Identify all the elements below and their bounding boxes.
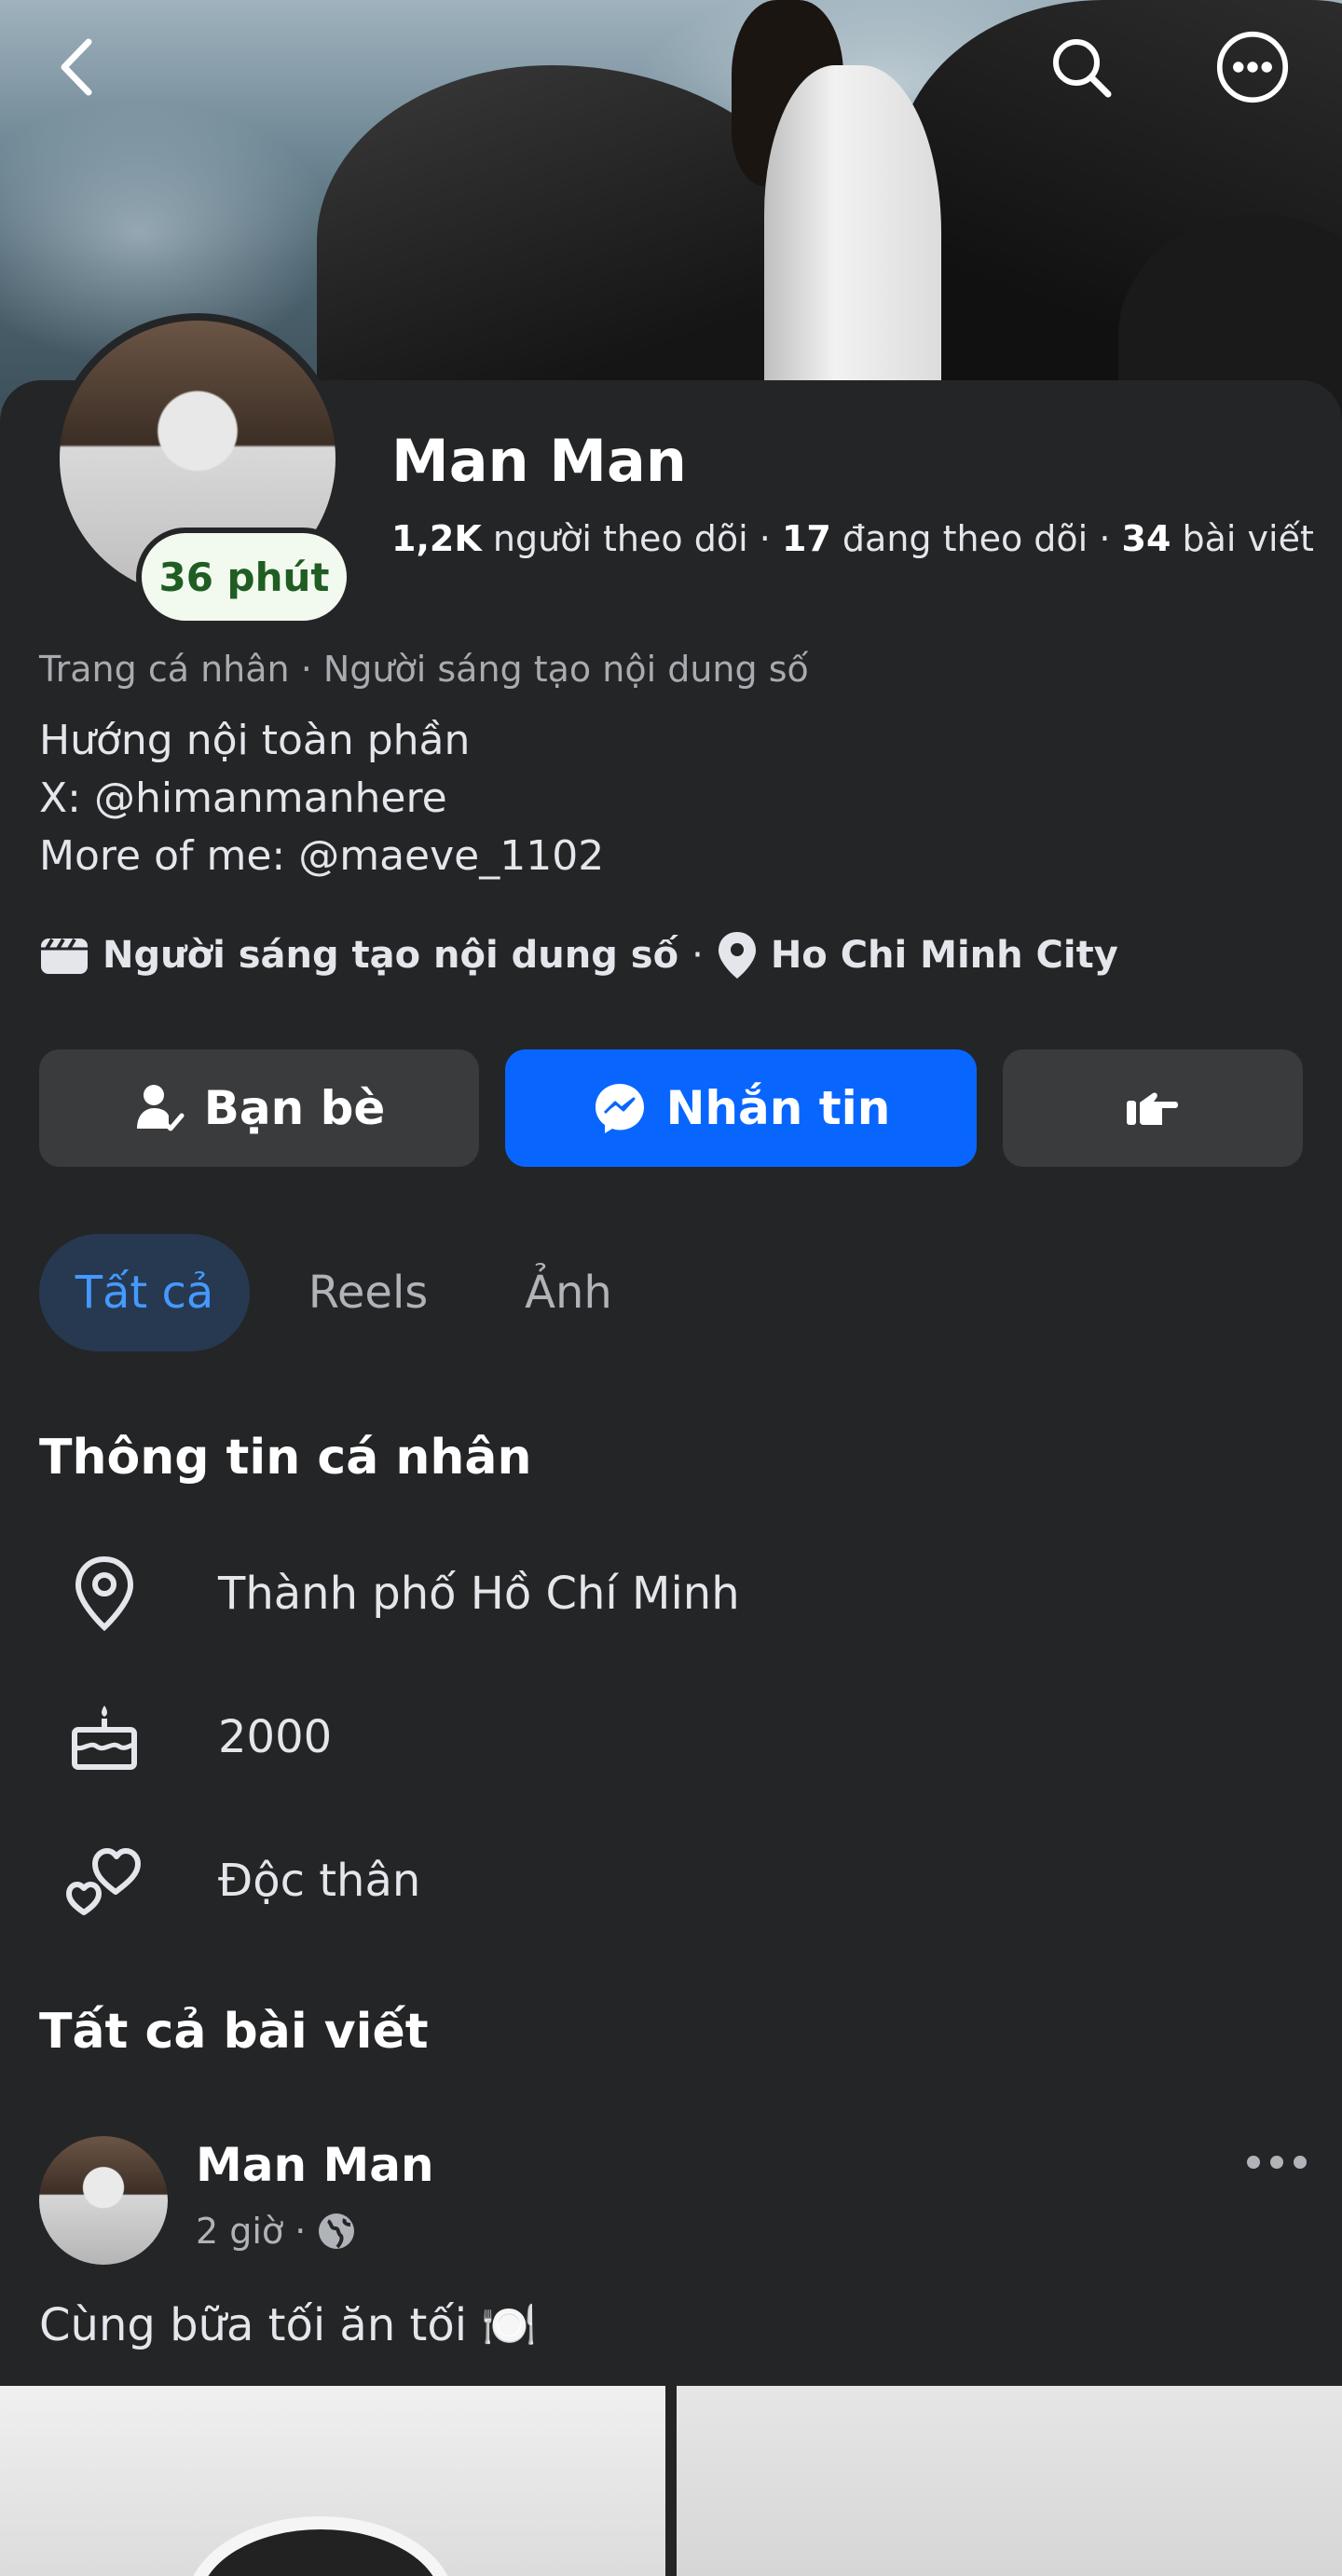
- post-author-name[interactable]: Man Man: [196, 2138, 434, 2192]
- stats-separator: ·: [759, 518, 771, 559]
- personal-info-title: Thông tin cá nhân: [39, 1430, 532, 1486]
- detail-row-location: Thành phố Hồ Chí Minh: [56, 1547, 1267, 1640]
- followers-count[interactable]: 1,2K: [391, 518, 482, 559]
- post-meta-separator: ·: [294, 2211, 307, 2252]
- profile-category: Trang cá nhân · Người sáng tạo nội dung …: [39, 649, 809, 690]
- city-info[interactable]: Ho Chi Minh City: [771, 934, 1118, 977]
- post-photo[interactable]: [0, 2386, 665, 2576]
- profile-info-row: Người sáng tạo nội dung số · Ho Chi Minh…: [39, 930, 1118, 980]
- more-dots-icon: [1216, 31, 1289, 103]
- relationship-text: Độc thân: [218, 1855, 421, 1907]
- bio-line[interactable]: X: @himanmanhere: [39, 770, 604, 828]
- posts-count: 34: [1121, 518, 1171, 559]
- more-options-button[interactable]: [1215, 30, 1290, 104]
- friend-check-icon: [136, 1085, 185, 1131]
- post-options-button[interactable]: [1239, 2125, 1314, 2199]
- info-separator: ·: [692, 934, 704, 977]
- poke-button[interactable]: [1003, 1049, 1303, 1167]
- location-pin-icon: [718, 932, 756, 979]
- messenger-icon: [595, 1084, 644, 1133]
- bio-line: Hướng nội toàn phần: [39, 717, 471, 764]
- posts-label: bài viết: [1182, 518, 1314, 559]
- status-pill[interactable]: 36 phút: [136, 528, 352, 626]
- following-count[interactable]: 17: [782, 518, 831, 559]
- bio-line[interactable]: More of me: @maeve_1102: [39, 828, 604, 885]
- following-label[interactable]: đang theo dõi: [842, 518, 1088, 559]
- tab-photos[interactable]: Ảnh: [494, 1234, 643, 1351]
- chevron-left-icon: [61, 38, 92, 96]
- message-button-label: Nhắn tin: [665, 1081, 891, 1135]
- tab-reels[interactable]: Reels: [289, 1234, 447, 1351]
- post-meta: 2 giờ ·: [196, 2211, 356, 2252]
- followers-label[interactable]: người theo dõi: [493, 518, 748, 559]
- tab-all[interactable]: Tất cả: [39, 1234, 250, 1351]
- stats-separator: ·: [1099, 518, 1111, 559]
- pointing-hand-icon: [1127, 1092, 1178, 1125]
- detail-row-relationship: Độc thân: [56, 1834, 1267, 1927]
- detail-row-birth-year: 2000: [56, 1691, 1267, 1784]
- profile-name: Man Man: [391, 427, 687, 495]
- location-text: Thành phố Hồ Chí Minh: [218, 1568, 740, 1620]
- back-button[interactable]: [39, 30, 114, 104]
- post-author-avatar[interactable]: [39, 2136, 168, 2265]
- hearts-icon: [66, 1848, 141, 1915]
- message-button[interactable]: Nhắn tin: [505, 1049, 977, 1167]
- profile-bio: Hướng nội toàn phần X: @himanmanhere Mor…: [39, 712, 604, 885]
- globe-icon: [319, 2213, 355, 2249]
- birthday-cake-icon: [72, 1706, 137, 1770]
- friends-button[interactable]: Bạn bè: [39, 1049, 479, 1167]
- all-posts-title: Tất cả bài viết: [39, 2004, 429, 2060]
- post-text: Cùng bữa tối ăn tối 🍽️: [39, 2299, 538, 2351]
- search-button[interactable]: [1044, 30, 1118, 104]
- search-icon: [1053, 39, 1112, 98]
- post-photo[interactable]: [677, 2386, 1342, 2576]
- location-pin-icon: [75, 1555, 134, 1632]
- birth-year-text: 2000: [218, 1711, 333, 1763]
- more-horizontal-icon: [1247, 2156, 1307, 2169]
- profile-stats: 1,2K người theo dõi · 17 đang theo dõi ·…: [391, 518, 1314, 559]
- friends-button-label: Bạn bè: [203, 1081, 386, 1135]
- creator-info: Người sáng tạo nội dung số: [103, 934, 679, 977]
- post-time[interactable]: 2 giờ: [196, 2211, 283, 2252]
- clapperboard-icon: [41, 938, 88, 974]
